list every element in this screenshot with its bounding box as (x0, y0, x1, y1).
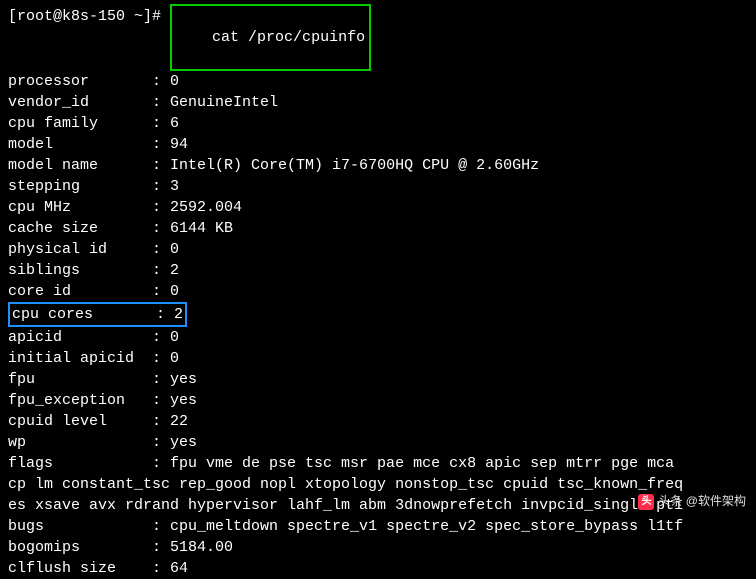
watermark: 头 头条 @软件架构 (638, 493, 746, 510)
cpuinfo-key: clflush size (8, 558, 143, 579)
flags-line: cp lm constant_tsc rep_good nopl xtopolo… (8, 474, 683, 495)
separator: : (143, 432, 170, 453)
cpuinfo-row: siblings : 2 (8, 260, 748, 281)
separator: : (143, 558, 170, 579)
separator: : (143, 239, 170, 260)
separator: : (143, 516, 170, 537)
flags-block: flags : fpu vme de pse tsc msr pae mce c… (8, 453, 748, 516)
cpuinfo-key: cpuid level (8, 411, 143, 432)
cpuinfo-row: cpu family : 6 (8, 113, 748, 134)
cpuinfo-value: yes (170, 432, 197, 453)
cpuinfo-key: bogomips (8, 537, 143, 558)
cpuinfo-key: processor (8, 71, 143, 92)
cpuinfo-row: stepping : 3 (8, 176, 748, 197)
separator: : (143, 260, 170, 281)
separator: : (143, 197, 170, 218)
cpuinfo-key: fpu_exception (8, 390, 143, 411)
cpuinfo-output: processor : 0vendor_id : GenuineIntelcpu… (8, 71, 748, 453)
cpuinfo-row: cache size : 6144 KB (8, 218, 748, 239)
cpuinfo-row: wp : yes (8, 432, 748, 453)
cpuinfo-row: apicid : 0 (8, 327, 748, 348)
cpuinfo-value: 64 (170, 558, 188, 579)
separator: : (143, 176, 170, 197)
cpuinfo-key: physical id (8, 239, 143, 260)
cpuinfo-value: 6 (170, 113, 179, 134)
cpuinfo-key: bugs (8, 516, 143, 537)
cpuinfo-value: 0 (170, 71, 179, 92)
cpuinfo-row: core id : 0 (8, 281, 748, 302)
cpuinfo-tail: bugs : cpu_meltdown spectre_v1 spectre_v… (8, 516, 748, 579)
cpuinfo-row: physical id : 0 (8, 239, 748, 260)
command-highlight-box: cat /proc/cpuinfo (170, 4, 371, 71)
cpuinfo-row: fpu : yes (8, 369, 748, 390)
cpuinfo-row: clflush size : 64 (8, 558, 748, 579)
cpuinfo-row: cpu MHz : 2592.004 (8, 197, 748, 218)
prompt-line: [root@k8s-150 ~]# cat /proc/cpuinfo (8, 4, 748, 71)
separator: : (143, 113, 170, 134)
cpuinfo-row: vendor_id : GenuineIntel (8, 92, 748, 113)
cpuinfo-value: 5184.00 (170, 537, 233, 558)
flags-line: es xsave avx rdrand hypervisor lahf_lm a… (8, 495, 683, 516)
cpuinfo-row: processor : 0 (8, 71, 748, 92)
cpuinfo-key: cache size (8, 218, 143, 239)
separator: : (143, 411, 170, 432)
separator: : (143, 537, 170, 558)
cpuinfo-value: 0 (170, 281, 179, 302)
cpuinfo-value: 0 (170, 348, 179, 369)
separator: : (143, 348, 170, 369)
cpuinfo-key: apicid (8, 327, 143, 348)
separator: : (143, 281, 170, 302)
separator: : (143, 155, 170, 176)
cpuinfo-key: model name (8, 155, 143, 176)
cpuinfo-value: 2592.004 (170, 197, 242, 218)
cpuinfo-key: core id (8, 281, 143, 302)
cpuinfo-value: 0 (170, 327, 179, 348)
cpuinfo-value: 2 (170, 260, 179, 281)
separator: : (143, 390, 170, 411)
cpuinfo-row: model : 94 (8, 134, 748, 155)
cpuinfo-value: 3 (170, 176, 179, 197)
cpuinfo-value: cpu_meltdown spectre_v1 spectre_v2 spec_… (170, 516, 683, 537)
cpuinfo-key: cpu cores (12, 304, 147, 325)
cpuinfo-key: fpu (8, 369, 143, 390)
cpuinfo-row: bogomips : 5184.00 (8, 537, 748, 558)
cpuinfo-value: yes (170, 369, 197, 390)
separator: : (143, 92, 170, 113)
cpuinfo-row: cpu cores : 2 (8, 302, 748, 327)
cpuinfo-value: GenuineIntel (170, 92, 278, 113)
shell-prompt: [root@k8s-150 ~]# (8, 6, 170, 27)
cpuinfo-value: 94 (170, 134, 188, 155)
separator: : (147, 304, 174, 325)
cpuinfo-row: bugs : cpu_meltdown spectre_v1 spectre_v… (8, 516, 748, 537)
cpuinfo-value: yes (170, 390, 197, 411)
cpuinfo-row: fpu_exception : yes (8, 390, 748, 411)
cpuinfo-value: Intel(R) Core(TM) i7-6700HQ CPU @ 2.60GH… (170, 155, 539, 176)
cpuinfo-key: siblings (8, 260, 143, 281)
cpuinfo-row: initial apicid : 0 (8, 348, 748, 369)
cpuinfo-row: model name : Intel(R) Core(TM) i7-6700HQ… (8, 155, 748, 176)
separator: : (143, 327, 170, 348)
cpuinfo-row: cpuid level : 22 (8, 411, 748, 432)
separator: : (143, 71, 170, 92)
separator: : (143, 134, 170, 155)
cpuinfo-value: 22 (170, 411, 188, 432)
watermark-text: 头条 @软件架构 (658, 493, 746, 510)
command-text: cat /proc/cpuinfo (212, 29, 365, 46)
cpuinfo-key: wp (8, 432, 143, 453)
cpuinfo-value: 0 (170, 239, 179, 260)
cpuinfo-key: cpu MHz (8, 197, 143, 218)
separator: : (143, 218, 170, 239)
watermark-icon: 头 (638, 494, 654, 510)
cpuinfo-key: stepping (8, 176, 143, 197)
cpuinfo-key: initial apicid (8, 348, 143, 369)
cpuinfo-key: vendor_id (8, 92, 143, 113)
highlight-box: cpu cores : 2 (8, 302, 187, 327)
cpuinfo-value: 2 (174, 304, 183, 325)
cpuinfo-key: cpu family (8, 113, 143, 134)
cpuinfo-key: model (8, 134, 143, 155)
separator: : (143, 369, 170, 390)
cpuinfo-value: 6144 KB (170, 218, 233, 239)
flags-line: flags : fpu vme de pse tsc msr pae mce c… (8, 453, 683, 474)
